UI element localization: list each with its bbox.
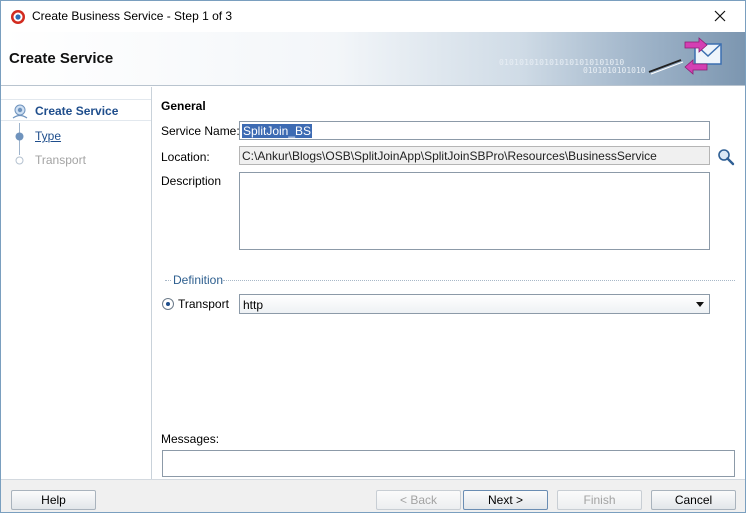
header-banner: Create Service 0101010101010101010101010…: [1, 32, 745, 86]
step-empty-dot-icon: [15, 156, 24, 165]
service-name-input[interactable]: SplitJoin_BS: [239, 121, 710, 140]
service-name-label: Service Name:: [161, 124, 240, 138]
step-type-label: Type: [35, 129, 62, 143]
title-bar: Create Business Service - Step 1 of 3: [1, 1, 745, 32]
envelope-arrows-icon: [648, 37, 722, 75]
magnifier-icon[interactable]: [717, 148, 735, 166]
step-transport-label: Transport: [35, 153, 86, 167]
location-input[interactable]: C:\Ankur\Blogs\OSB\SplitJoinApp\SplitJoi…: [239, 146, 710, 165]
dialog-window: Create Business Service - Step 1 of 3 Cr…: [0, 0, 746, 513]
definition-divider: [223, 280, 735, 281]
form-content: General Service Name: SplitJoin_BS Locat…: [153, 87, 745, 479]
transport-select-value: http: [243, 298, 264, 312]
messages-area: [162, 450, 735, 477]
definition-group-label: Definition: [173, 273, 224, 287]
step-create-service-label: Create Service: [35, 104, 119, 118]
help-button[interactable]: Help: [11, 490, 96, 510]
description-textarea[interactable]: [239, 172, 710, 250]
step-transport: Transport: [1, 149, 151, 171]
service-name-value: SplitJoin_BS: [242, 124, 313, 138]
back-button[interactable]: < Back: [376, 490, 461, 510]
next-button[interactable]: Next >: [463, 490, 548, 510]
transport-label: Transport: [178, 297, 229, 311]
current-step-icon: [12, 104, 28, 119]
step-create-service[interactable]: Create Service: [1, 99, 151, 121]
close-icon: [714, 10, 726, 22]
definition-divider-left: [165, 280, 171, 281]
messages-label: Messages:: [161, 432, 220, 446]
chevron-down-icon: [696, 302, 704, 307]
banner-title: Create Service: [9, 50, 114, 67]
step-dot-icon: [15, 132, 24, 141]
transport-select[interactable]: http: [239, 294, 710, 314]
close-button[interactable]: [697, 1, 743, 31]
wizard-steps-panel: Create Service Type Transport: [1, 87, 152, 479]
transport-radio[interactable]: [162, 298, 174, 310]
banner-binary-text-2: 0101010101010: [583, 66, 646, 75]
description-label: Description: [161, 174, 222, 188]
oracle-app-icon: [11, 10, 25, 24]
step-type[interactable]: Type: [1, 125, 151, 147]
location-label: Location:: [161, 150, 210, 164]
finish-button[interactable]: Finish: [557, 490, 642, 510]
cancel-button[interactable]: Cancel: [651, 490, 736, 510]
button-bar: Help < Back Next > Finish Cancel: [1, 479, 745, 512]
section-title-general: General: [161, 99, 206, 113]
window-title: Create Business Service - Step 1 of 3: [32, 9, 233, 23]
